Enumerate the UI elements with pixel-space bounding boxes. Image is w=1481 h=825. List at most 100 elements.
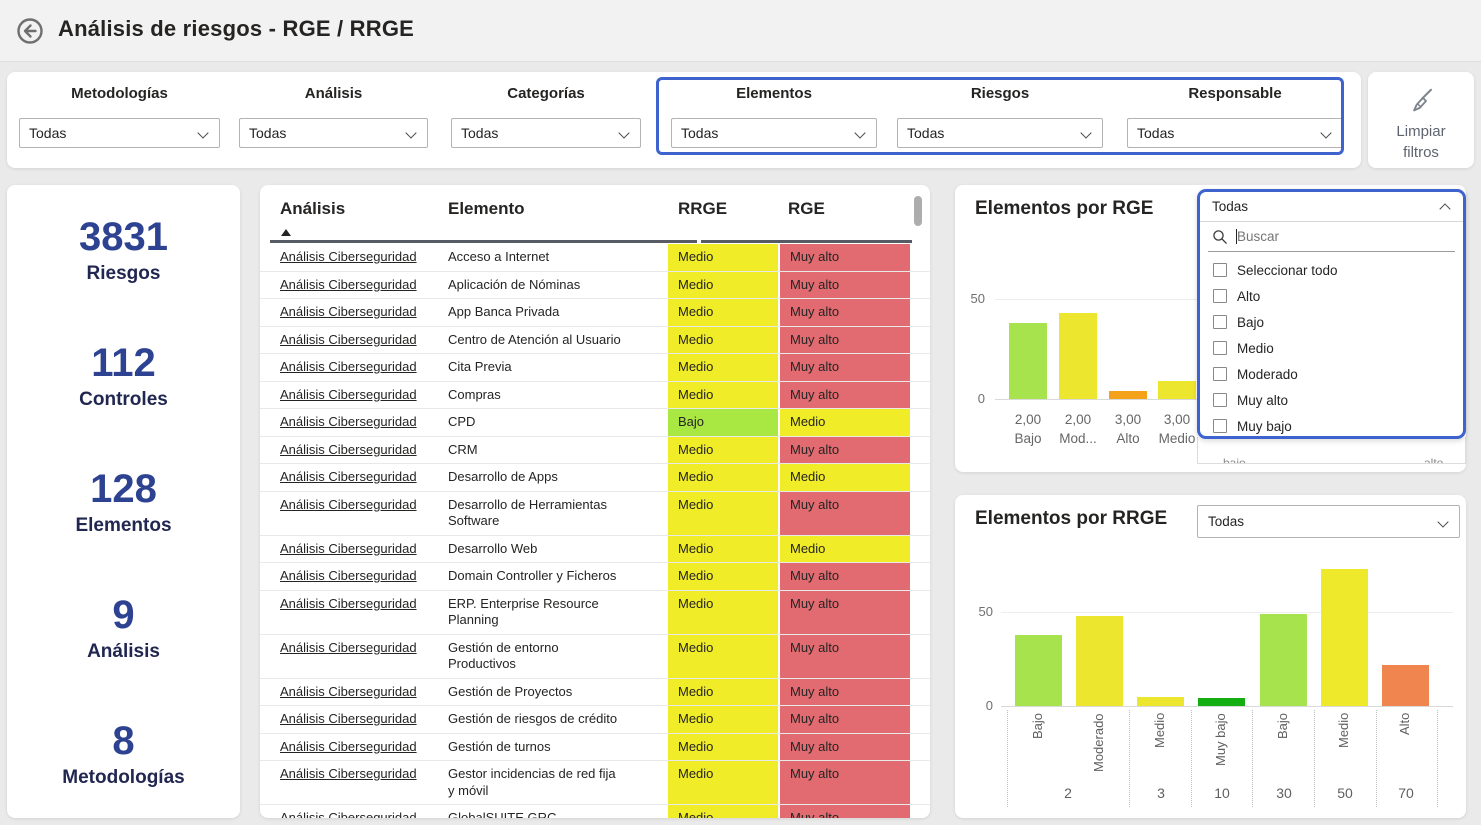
column-header-rrge[interactable]: RRGE [678, 199, 727, 219]
slicer-option-alto[interactable]: Alto [1200, 283, 1463, 309]
analisis-cell[interactable]: Análisis Ciberseguridad [260, 805, 448, 818]
analisis-link[interactable]: Análisis Ciberseguridad [280, 359, 417, 374]
table-row[interactable]: Análisis CiberseguridadGestión de riesgo… [260, 706, 930, 734]
filter-select-elementos[interactable]: Todas [671, 118, 877, 148]
filter-select-responsable[interactable]: Todas [1127, 118, 1343, 148]
analisis-link[interactable]: Análisis Ciberseguridad [280, 810, 417, 818]
table-row[interactable]: Análisis CiberseguridadERP. Enterprise R… [260, 591, 930, 635]
slicer-option-seleccionar-todo[interactable]: Seleccionar todo [1200, 257, 1463, 283]
analisis-cell[interactable]: Análisis Ciberseguridad [260, 327, 448, 354]
column-header-elemento[interactable]: Elemento [448, 199, 525, 219]
filter-select-metodologías[interactable]: Todas [19, 118, 220, 148]
analisis-link[interactable]: Análisis Ciberseguridad [280, 304, 417, 319]
checkbox-unchecked[interactable] [1213, 289, 1227, 303]
analisis-cell[interactable]: Análisis Ciberseguridad [260, 354, 448, 381]
slicer-selected-value[interactable]: Todas [1200, 192, 1463, 222]
column-header-analisis[interactable]: Análisis [280, 199, 345, 219]
bar-medio[interactable] [1137, 697, 1184, 706]
analisis-link[interactable]: Análisis Ciberseguridad [280, 497, 417, 512]
table-row[interactable]: Análisis CiberseguridadGlobalSUITE GRCMe… [260, 805, 930, 818]
filter-select-categorías[interactable]: Todas [451, 118, 641, 148]
table-row[interactable]: Análisis CiberseguridadDesarrollo de App… [260, 464, 930, 492]
analisis-link[interactable]: Análisis Ciberseguridad [280, 387, 417, 402]
analisis-cell[interactable]: Análisis Ciberseguridad [260, 679, 448, 706]
bar-3,00 Alto[interactable] [1109, 391, 1147, 399]
table-row[interactable]: Análisis CiberseguridadDesarrollo WebMed… [260, 536, 930, 564]
analisis-cell[interactable]: Análisis Ciberseguridad [260, 563, 448, 590]
table-row[interactable]: Análisis CiberseguridadComprasMedioMuy a… [260, 382, 930, 410]
table-row[interactable]: Análisis CiberseguridadGestión de turnos… [260, 734, 930, 762]
bar-medio[interactable] [1321, 569, 1368, 706]
analisis-link[interactable]: Análisis Ciberseguridad [280, 568, 417, 583]
analisis-cell[interactable]: Análisis Ciberseguridad [260, 272, 448, 299]
table-row[interactable]: Análisis CiberseguridadCRMMedioMuy alto [260, 437, 930, 465]
analisis-link[interactable]: Análisis Ciberseguridad [280, 541, 417, 556]
checkbox-unchecked[interactable] [1213, 393, 1227, 407]
analisis-cell[interactable]: Análisis Ciberseguridad [260, 706, 448, 733]
filter-select-análisis[interactable]: Todas [239, 118, 428, 148]
analisis-cell[interactable]: Análisis Ciberseguridad [260, 382, 448, 409]
table-row[interactable]: Análisis CiberseguridadAplicación de Nóm… [260, 272, 930, 300]
bar-3,00 Medio[interactable] [1158, 381, 1196, 399]
table-row[interactable]: Análisis CiberseguridadGestión de Proyec… [260, 679, 930, 707]
analisis-link[interactable]: Análisis Ciberseguridad [280, 414, 417, 429]
analisis-cell[interactable]: Análisis Ciberseguridad [260, 409, 448, 436]
analisis-cell[interactable]: Análisis Ciberseguridad [260, 492, 448, 535]
table-row[interactable]: Análisis CiberseguridadGestión de entorn… [260, 635, 930, 679]
table-row[interactable]: Análisis CiberseguridadDomain Controller… [260, 563, 930, 591]
analisis-cell[interactable]: Análisis Ciberseguridad [260, 299, 448, 326]
header-divider [270, 240, 697, 243]
analisis-link[interactable]: Análisis Ciberseguridad [280, 640, 417, 655]
rrge-slicer-select[interactable]: Todas [1197, 505, 1460, 538]
bar-bajo[interactable] [1015, 635, 1062, 706]
analisis-link[interactable]: Análisis Ciberseguridad [280, 711, 417, 726]
analisis-link[interactable]: Análisis Ciberseguridad [280, 442, 417, 457]
bar-alto[interactable] [1382, 665, 1429, 706]
checkbox-unchecked[interactable] [1213, 419, 1227, 433]
slicer-search-input[interactable] [1237, 229, 1417, 244]
column-header-rge[interactable]: RGE [788, 199, 825, 219]
analisis-cell[interactable]: Análisis Ciberseguridad [260, 536, 448, 563]
slicer-option-moderado[interactable]: Moderado [1200, 361, 1463, 387]
analisis-link[interactable]: Análisis Ciberseguridad [280, 596, 417, 611]
slicer-option-bajo[interactable]: Bajo [1200, 309, 1463, 335]
analisis-link[interactable]: Análisis Ciberseguridad [280, 332, 417, 347]
bar-2,00 Bajo[interactable] [1009, 323, 1047, 399]
filter-select-riesgos[interactable]: Todas [897, 118, 1103, 148]
table-row[interactable]: Análisis CiberseguridadCita PreviaMedioM… [260, 354, 930, 382]
analisis-cell[interactable]: Análisis Ciberseguridad [260, 761, 448, 804]
analisis-cell[interactable]: Análisis Ciberseguridad [260, 635, 448, 678]
table-scrollbar[interactable] [914, 196, 922, 226]
analisis-link[interactable]: Análisis Ciberseguridad [280, 684, 417, 699]
analisis-cell[interactable]: Análisis Ciberseguridad [260, 734, 448, 761]
analisis-link[interactable]: Análisis Ciberseguridad [280, 766, 417, 781]
analisis-cell[interactable]: Análisis Ciberseguridad [260, 591, 448, 634]
checkbox-unchecked[interactable] [1213, 263, 1227, 277]
checkbox-unchecked[interactable] [1213, 315, 1227, 329]
bar-bajo[interactable] [1260, 614, 1307, 706]
slicer-option-muy-alto[interactable]: Muy alto [1200, 387, 1463, 413]
checkbox-unchecked[interactable] [1213, 341, 1227, 355]
analisis-link[interactable]: Análisis Ciberseguridad [280, 277, 417, 292]
bar-muy-bajo[interactable] [1198, 698, 1245, 706]
table-row[interactable]: Análisis CiberseguridadAcceso a Internet… [260, 244, 930, 272]
back-button[interactable] [16, 17, 44, 45]
analisis-link[interactable]: Análisis Ciberseguridad [280, 469, 417, 484]
bar-2,00 Mod...[interactable] [1059, 313, 1097, 399]
chart-title-rrge: Elementos por RRGE [975, 508, 1167, 530]
clear-filters-button[interactable]: Limpiar filtros [1368, 72, 1474, 168]
checkbox-unchecked[interactable] [1213, 367, 1227, 381]
table-row[interactable]: Análisis CiberseguridadDesarrollo de Her… [260, 492, 930, 536]
slicer-option-muy-bajo[interactable]: Muy bajo [1200, 413, 1463, 439]
analisis-cell[interactable]: Análisis Ciberseguridad [260, 437, 448, 464]
table-row[interactable]: Análisis CiberseguridadCentro de Atenció… [260, 327, 930, 355]
analisis-cell[interactable]: Análisis Ciberseguridad [260, 464, 448, 491]
bar-moderado[interactable] [1076, 616, 1123, 706]
analisis-link[interactable]: Análisis Ciberseguridad [280, 249, 417, 264]
table-row[interactable]: Análisis CiberseguridadCPDBajoMedio [260, 409, 930, 437]
analisis-cell[interactable]: Análisis Ciberseguridad [260, 244, 448, 271]
slicer-option-medio[interactable]: Medio [1200, 335, 1463, 361]
table-row[interactable]: Análisis CiberseguridadGestor incidencia… [260, 761, 930, 805]
analisis-link[interactable]: Análisis Ciberseguridad [280, 739, 417, 754]
table-row[interactable]: Análisis CiberseguridadApp Banca Privada… [260, 299, 930, 327]
